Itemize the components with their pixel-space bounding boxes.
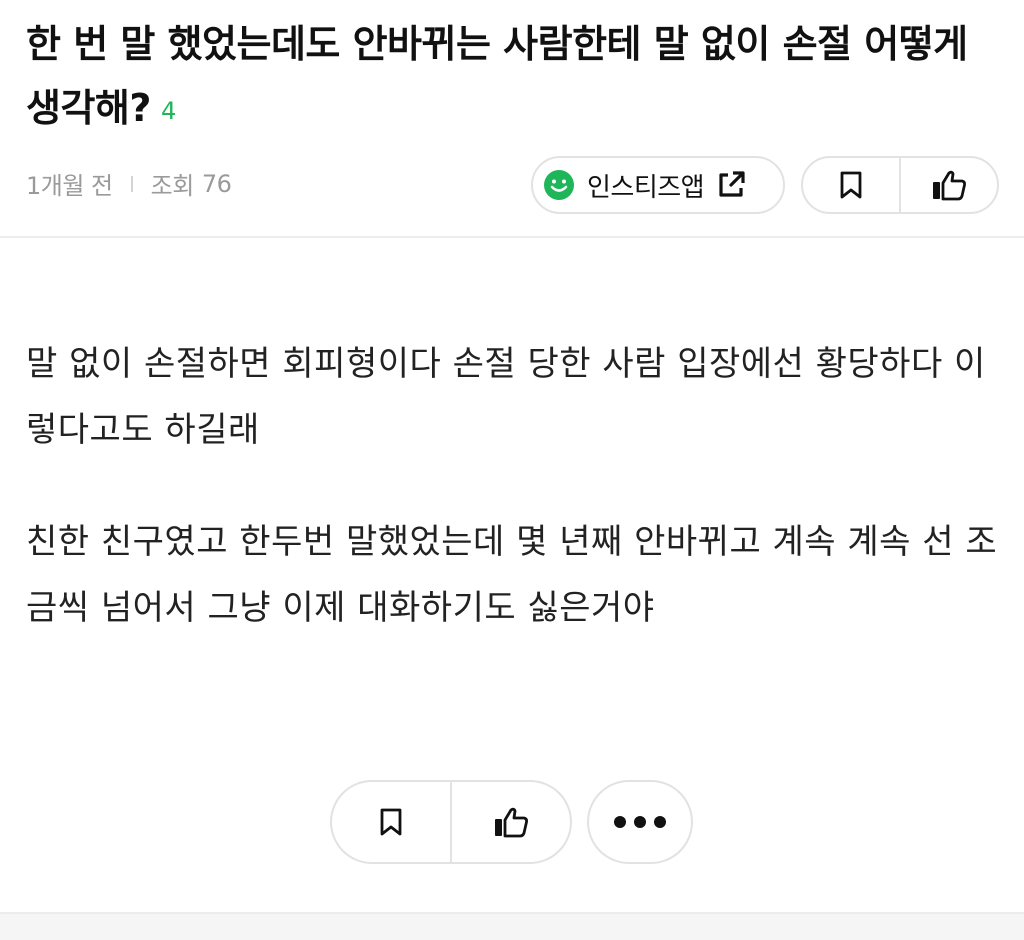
bottom-action-group [330, 780, 572, 864]
views-count: 76 [201, 169, 232, 198]
open-app-button[interactable]: 인스티즈앱 [531, 156, 785, 214]
open-app-label: 인스티즈앱 [587, 172, 705, 203]
bottom-bookmark-button[interactable] [332, 782, 450, 862]
views-label: 조회 [150, 172, 195, 200]
header-divider [0, 236, 1024, 238]
bottom-like-button[interactable] [452, 782, 570, 862]
post-time: 1개월 전 [26, 172, 113, 200]
smile-icon [544, 170, 574, 200]
like-button[interactable] [901, 158, 997, 212]
comment-count[interactable]: 4 [161, 97, 176, 125]
post-title: 한 번 말 했었는데도 안바뀌는 사람한테 말 없이 손절 어떻게 생각해? 4 [26, 12, 986, 143]
more-options-button[interactable] [587, 780, 693, 864]
footer-band [0, 912, 1024, 940]
post-body-paragraph: 말 없이 손절하면 회피형이다 손절 당한 사람 입장에선 황당하다 이렇다고도… [26, 344, 986, 450]
more-dots-icon [654, 816, 666, 828]
bookmark-icon [840, 171, 862, 199]
thumbs-up-icon [933, 170, 966, 201]
bookmark-icon [380, 808, 402, 836]
meta-divider [130, 175, 133, 192]
bookmark-button[interactable] [803, 158, 899, 212]
top-action-group [801, 156, 999, 214]
more-dots-icon [634, 816, 646, 828]
thumbs-up-icon [495, 807, 528, 838]
more-dots-icon [614, 816, 626, 828]
post-meta: 1개월 전 조회 76 [26, 166, 232, 201]
post-body-paragraph: 친한 친구였고 한두번 말했었는데 몇 년째 안바뀌고 계속 계속 선 조금씩 … [26, 522, 998, 628]
external-link-icon [719, 171, 745, 197]
